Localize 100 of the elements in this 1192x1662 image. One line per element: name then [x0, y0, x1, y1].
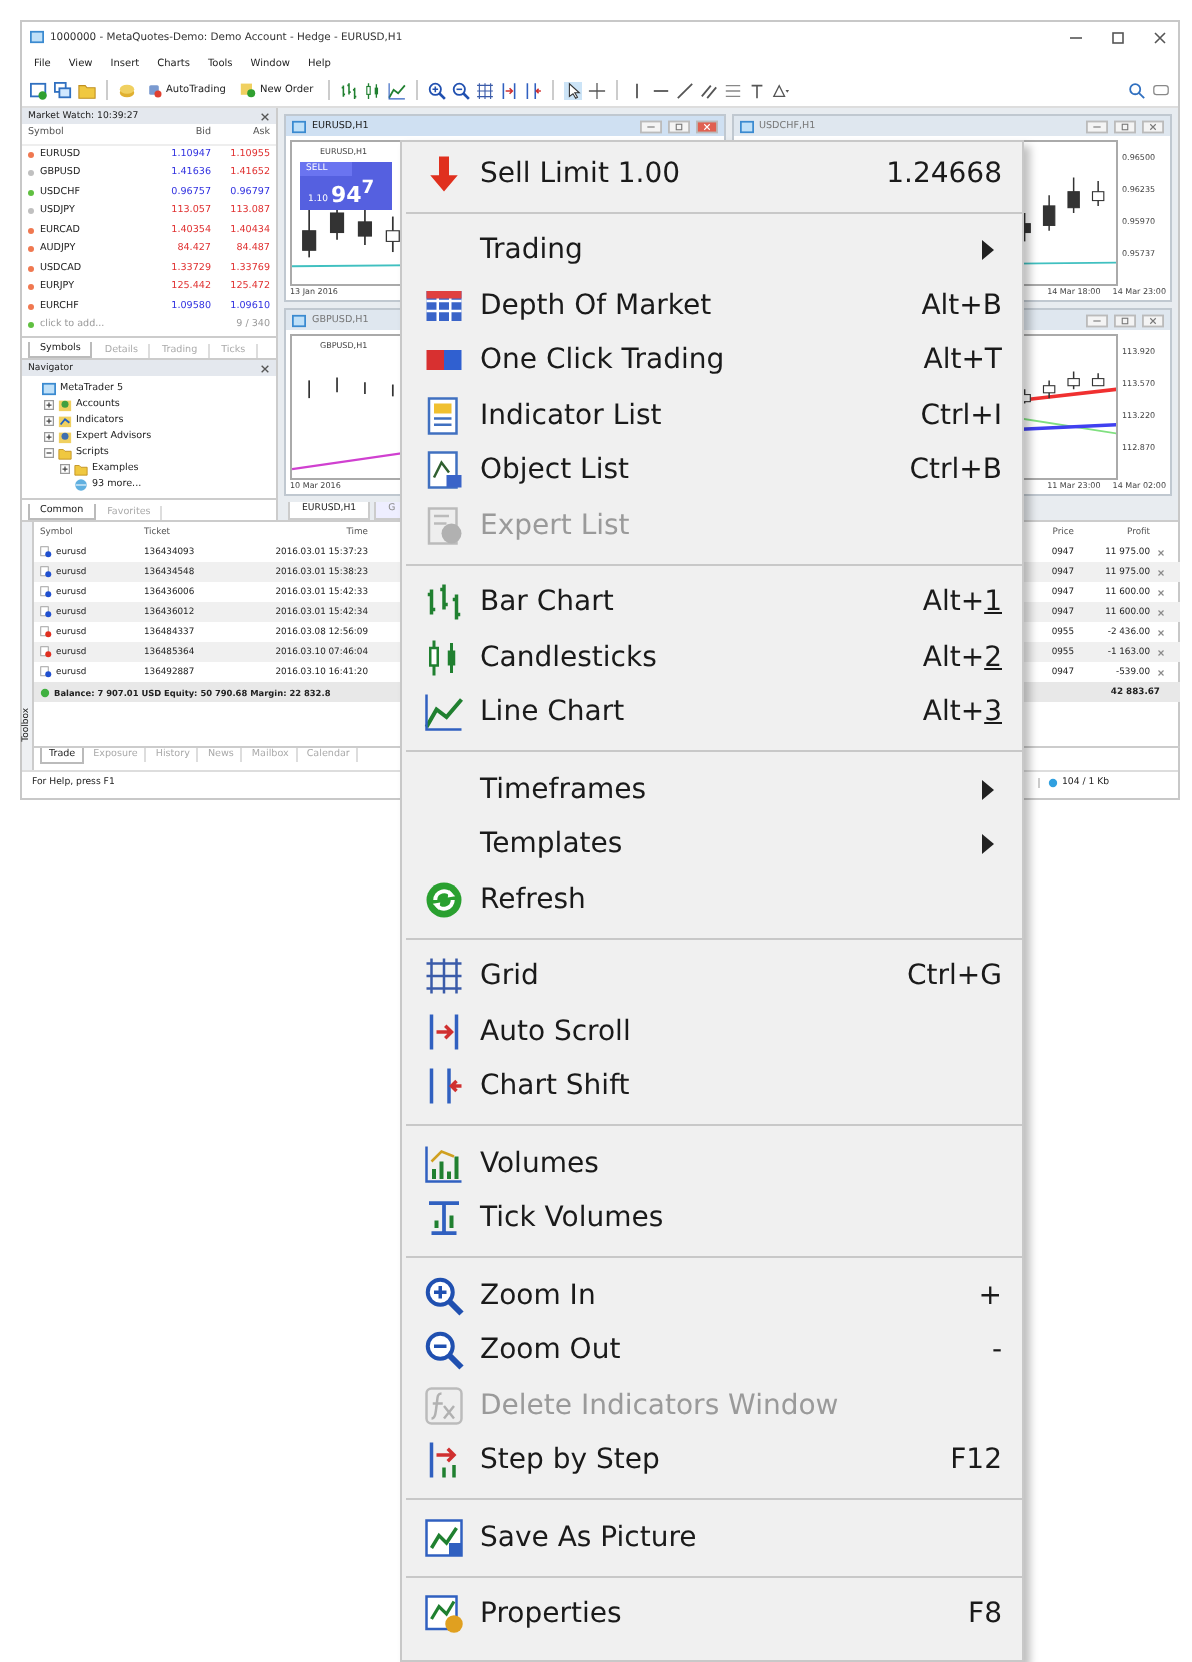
close-button[interactable] — [1150, 27, 1170, 47]
experts-icon — [58, 429, 72, 443]
candlestick — [1090, 180, 1104, 207]
expand-icon[interactable] — [44, 399, 54, 409]
tick-volumes-icon — [423, 1198, 463, 1239]
menu-item[interactable]: Save As Picture — [402, 1510, 1022, 1565]
shapes-icon[interactable] — [771, 81, 790, 99]
candlestick-icon — [363, 81, 382, 99]
coins-icon[interactable] — [118, 81, 136, 99]
folder-icon[interactable] — [78, 81, 96, 99]
close-icon[interactable] — [260, 111, 270, 121]
close-button[interactable] — [695, 119, 717, 133]
minimize-button[interactable] — [1086, 313, 1108, 327]
expand-icon[interactable] — [44, 415, 54, 425]
robot-icon — [146, 82, 162, 98]
crosshair-icon[interactable] — [587, 81, 606, 99]
menu-item[interactable]: Zoom In + — [402, 1268, 1022, 1323]
close-position-icon[interactable] — [1155, 667, 1165, 677]
balance-icon — [40, 687, 50, 697]
candlestick — [1090, 372, 1104, 387]
close-position-icon[interactable] — [1155, 627, 1165, 637]
fx-icon — [423, 1385, 463, 1426]
menu-item[interactable]: Step by Step F12 — [402, 1433, 1022, 1488]
refresh-icon — [423, 879, 463, 920]
menu-item[interactable]: Properties F8 — [402, 1587, 1022, 1642]
text-icon[interactable] — [747, 81, 766, 99]
close-position-icon[interactable] — [1155, 647, 1165, 657]
menu-item[interactable]: Volumes — [402, 1136, 1022, 1191]
bar-chart-icon — [339, 81, 358, 99]
candlestick — [1066, 176, 1079, 214]
accounts-icon — [58, 397, 72, 411]
menu-item[interactable]: Trading — [402, 223, 1022, 278]
add-dot — [28, 322, 34, 329]
chart-icon — [292, 313, 306, 327]
menu-item[interactable]: Object List Ctrl+B — [402, 443, 1022, 498]
indicators-icon — [58, 413, 72, 427]
properties-icon — [423, 1594, 463, 1635]
indicator-list-icon — [423, 395, 463, 436]
close-button[interactable] — [1142, 119, 1164, 133]
maximize-button[interactable] — [1114, 119, 1136, 133]
collapse-icon[interactable] — [44, 447, 54, 457]
shortcut-text: 1.24668 — [886, 157, 1002, 190]
close-icon[interactable] — [260, 363, 270, 373]
menu-item[interactable]: Sell Limit 1.00 1.24668 — [402, 146, 1022, 201]
close-position-icon[interactable] — [1155, 547, 1165, 557]
globe-icon — [74, 477, 88, 491]
close-button[interactable] — [1142, 313, 1164, 327]
channel-icon[interactable] — [699, 81, 718, 99]
expand-icon[interactable] — [44, 431, 54, 441]
menu-item[interactable]: Tick Volumes — [402, 1191, 1022, 1246]
menu-item[interactable]: Bar Chart Alt+1 — [402, 575, 1022, 630]
cursor-icon[interactable] — [563, 81, 582, 99]
shortcut-text: Alt+2 — [922, 641, 1002, 674]
menu-item[interactable]: Candlesticks Alt+2 — [402, 630, 1022, 685]
shortcut-text: Alt+1 — [922, 586, 1002, 619]
menu-item[interactable]: Depth Of Market Alt+B — [402, 278, 1022, 333]
new-chart-icon[interactable] — [30, 81, 48, 99]
profiles-icon[interactable] — [54, 81, 72, 99]
connection-icon — [1048, 777, 1058, 787]
menu-item[interactable]: Auto Scroll — [402, 1004, 1022, 1059]
maximize-button[interactable] — [1108, 27, 1128, 47]
menu-item[interactable]: Templates — [402, 817, 1022, 872]
plus-icon — [239, 82, 256, 98]
maximize-button[interactable] — [1114, 313, 1136, 327]
fibonacci-icon[interactable] — [723, 81, 742, 99]
submenu-arrow-icon — [982, 779, 994, 800]
trend-line-icon[interactable] — [675, 81, 694, 99]
minimize-button[interactable] — [639, 119, 661, 133]
search-icon[interactable] — [1128, 81, 1146, 99]
candlestick — [1066, 370, 1079, 390]
shortcut-text: Ctrl+B — [909, 454, 1002, 487]
terminal-icon — [42, 381, 56, 395]
candlestick — [1041, 379, 1055, 399]
menu-item[interactable]: Timeframes — [402, 762, 1022, 817]
expand-icon[interactable] — [60, 463, 70, 473]
chart-icon — [292, 119, 306, 133]
grid-icon — [423, 956, 463, 997]
submenu-arrow-icon — [982, 240, 994, 261]
shortcut-text: Ctrl+I — [920, 399, 1002, 432]
chart-shift-icon — [523, 81, 542, 99]
menu-item[interactable]: Chart Shift — [402, 1059, 1022, 1114]
grid-icon — [475, 81, 494, 99]
maximize-button[interactable] — [667, 119, 689, 133]
menu-item[interactable]: Indicator List Ctrl+I — [402, 388, 1022, 443]
shortcut-text: Alt+B — [921, 289, 1002, 322]
menu-item[interactable]: Refresh — [402, 872, 1022, 927]
chart-icon — [739, 119, 753, 133]
shortcut-text: - — [991, 1334, 1002, 1367]
submenu-arrow-icon — [982, 834, 994, 855]
shortcut-text: F12 — [950, 1444, 1002, 1477]
menu-item[interactable]: Zoom Out - — [402, 1323, 1022, 1378]
zoom-in-icon — [423, 1275, 463, 1316]
close-position-icon[interactable] — [1155, 587, 1165, 597]
menu-item[interactable]: Grid Ctrl+G — [402, 949, 1022, 1004]
chat-icon[interactable] — [1152, 81, 1170, 99]
minimize-button[interactable] — [1086, 119, 1108, 133]
menu-item[interactable]: Line Chart Alt+3 — [402, 685, 1022, 740]
close-position-icon[interactable] — [1155, 607, 1165, 617]
menu-item[interactable]: One Click Trading Alt+T — [402, 333, 1022, 388]
close-position-icon[interactable] — [1155, 567, 1165, 577]
